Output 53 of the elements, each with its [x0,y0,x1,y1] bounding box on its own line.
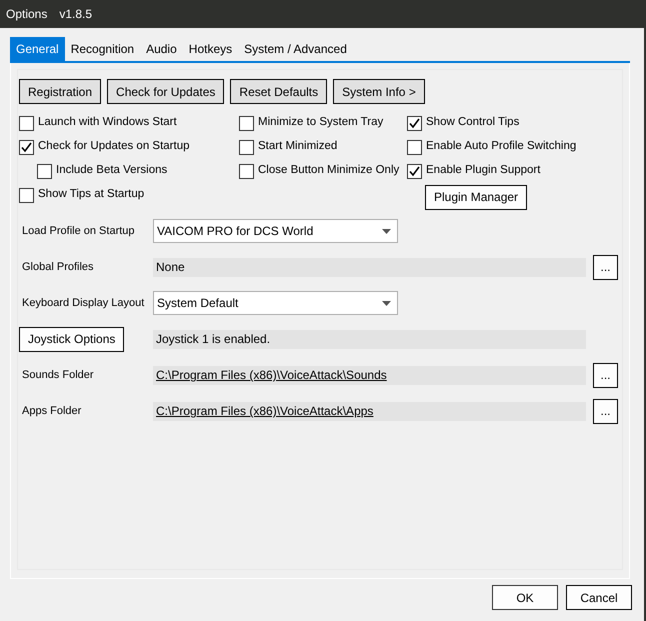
setting-label: Global Profiles [21,260,95,275]
checkbox-label: Enable Auto Profile Switching [426,139,576,154]
checkbox-label: Enable Plugin Support [426,163,540,178]
checkbox-label: Show Control Tips [426,115,520,130]
action-button[interactable]: Registration [19,79,102,104]
checkbox[interactable] [19,116,34,130]
checkbox-label: Check for Updates on Startup [38,139,190,154]
checkbox[interactable] [407,164,422,178]
setting-label: Keyboard Display Layout [21,296,146,311]
joystick-options-button[interactable]: Joystick Options [19,326,124,352]
dropdown-value: System Default [157,295,238,312]
tab[interactable]: Hotkeys [182,37,238,61]
checkbox[interactable] [239,140,254,154]
path-link[interactable]: C:\Program Files (x86)\VoiceAttack\Sounds [153,366,586,384]
checkbox-label: Close Button Minimize Only [258,163,400,178]
checkbox-label: Launch with Windows Start [38,115,177,130]
checkbox[interactable] [239,164,254,178]
browse-button[interactable]: ... [593,362,618,388]
checkbox[interactable] [407,140,422,154]
setting-label: Sounds Folder [21,368,95,383]
window-title: Options [6,6,48,23]
tab[interactable]: Recognition [64,37,140,61]
value-field: Joystick 1 is enabled. [153,330,586,348]
action-button[interactable]: Check for Updates [107,79,224,104]
version-label: v1.8.5 [59,6,92,23]
tab[interactable]: General [10,37,65,61]
checkbox[interactable] [19,188,34,202]
dropdown[interactable]: System Default [153,291,398,315]
checkbox[interactable] [239,116,254,130]
setting-label: Load Profile on Startup [21,224,136,239]
value-field: None [153,258,586,276]
checkbox-label: Minimize to System Tray [258,115,384,130]
plugin-manager-button[interactable]: Plugin Manager [425,184,528,210]
checkbox-label: Include Beta Versions [56,163,168,178]
dialog-button[interactable]: Cancel [566,585,632,610]
browse-button[interactable]: ... [593,398,618,424]
action-button[interactable]: System Info > [333,79,425,104]
browse-button[interactable]: ... [593,254,618,280]
caret-icon [382,228,391,234]
tab[interactable]: Audio [140,37,183,61]
checkbox-label: Start Minimized [258,139,338,154]
dropdown[interactable]: VAICOM PRO for DCS World [153,219,398,243]
setting-label: Apps Folder [21,404,82,419]
checkbox-label: Show Tips at Startup [38,187,144,202]
checkbox[interactable] [407,116,422,130]
tab[interactable]: System / Advanced [238,37,353,61]
dialog-button[interactable]: OK [492,585,558,610]
path-link[interactable]: C:\Program Files (x86)\VoiceAttack\Apps [153,402,586,420]
checkbox[interactable] [37,164,52,178]
caret-icon [382,300,391,306]
dropdown-value: VAICOM PRO for DCS World [157,223,314,240]
action-button[interactable]: Reset Defaults [230,79,328,104]
checkbox[interactable] [19,140,34,154]
